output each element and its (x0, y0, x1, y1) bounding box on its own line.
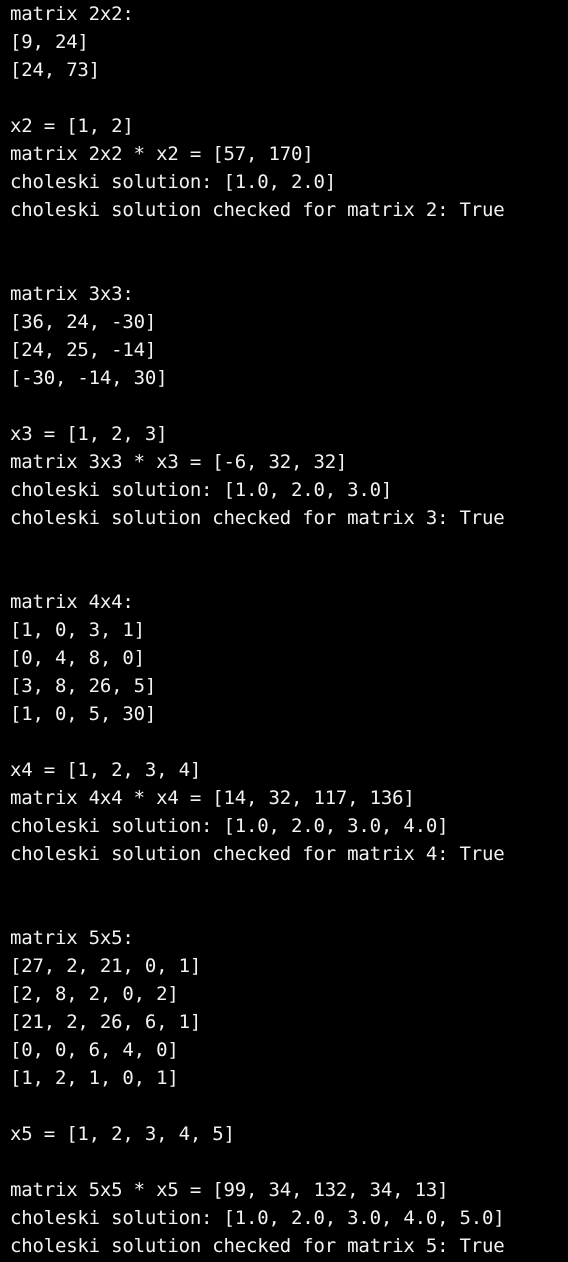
output-line: choleski solution: [1.0, 2.0] (10, 171, 336, 193)
output-line: [-30, -14, 30] (10, 367, 168, 389)
output-line: matrix 3x3: (10, 283, 134, 305)
output-line: matrix 5x5: (10, 927, 134, 949)
terminal-output: matrix 2x2: [9, 24] [24, 73] x2 = [1, 2]… (0, 0, 568, 1262)
output-line: x5 = [1, 2, 3, 4, 5] (10, 1123, 235, 1145)
output-line: matrix 5x5 * x5 = [99, 34, 132, 34, 13] (10, 1179, 449, 1201)
output-line: choleski solution: [1.0, 2.0, 3.0, 4.0, … (10, 1207, 505, 1229)
output-line: choleski solution checked for matrix 4: … (10, 843, 505, 865)
output-line: [24, 25, -14] (10, 339, 157, 361)
output-line: [24, 73] (10, 59, 100, 81)
output-line: [0, 0, 6, 4, 0] (10, 1039, 179, 1061)
output-line: [0, 4, 8, 0] (10, 647, 145, 669)
output-line: [2, 8, 2, 0, 2] (10, 983, 179, 1005)
output-line: matrix 4x4: (10, 591, 134, 613)
output-line: matrix 3x3 * x3 = [-6, 32, 32] (10, 451, 348, 473)
output-line: choleski solution checked for matrix 2: … (10, 199, 505, 221)
output-line: choleski solution: [1.0, 2.0, 3.0, 4.0] (10, 815, 449, 837)
output-line: [27, 2, 21, 0, 1] (10, 955, 202, 977)
output-line: x3 = [1, 2, 3] (10, 423, 168, 445)
output-line: matrix 4x4 * x4 = [14, 32, 117, 136] (10, 787, 415, 809)
output-line: [1, 2, 1, 0, 1] (10, 1067, 179, 1089)
output-line: choleski solution checked for matrix 5: … (10, 1235, 505, 1257)
output-line: choleski solution checked for matrix 3: … (10, 507, 505, 529)
output-line: x4 = [1, 2, 3, 4] (10, 759, 202, 781)
output-line: [1, 0, 3, 1] (10, 619, 145, 641)
output-line: x2 = [1, 2] (10, 115, 134, 137)
output-line: [9, 24] (10, 31, 89, 53)
output-line: [36, 24, -30] (10, 311, 157, 333)
output-line: matrix 2x2 * x2 = [57, 170] (10, 143, 314, 165)
output-line: [21, 2, 26, 6, 1] (10, 1011, 202, 1033)
output-line: [1, 0, 5, 30] (10, 703, 157, 725)
output-line: [3, 8, 26, 5] (10, 675, 157, 697)
output-line: choleski solution: [1.0, 2.0, 3.0] (10, 479, 393, 501)
output-line: matrix 2x2: (10, 3, 134, 25)
